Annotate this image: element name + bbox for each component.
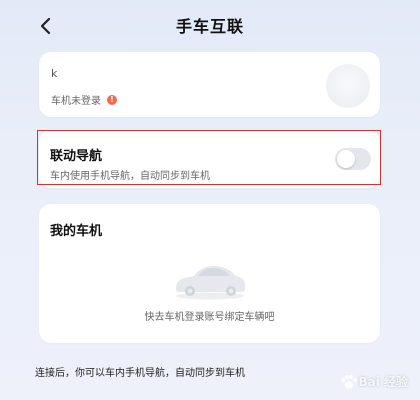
page-title: 手车互联 — [175, 17, 244, 36]
my-car-title: 我的车机 — [50, 224, 103, 239]
nav-sync-description: 车内使用手机导航，自动同步到车机 — [50, 171, 210, 182]
login-status-text: 车机未登录 — [51, 96, 101, 107]
footer-note: 连接后，你可以车内手机导航，自动同步到车机 — [35, 368, 245, 379]
car-icon — [176, 266, 245, 300]
my-car-card: 我的车机 快去车机登录账号绑定车辆吧 — [39, 204, 380, 343]
nav-sync-toggle[interactable] — [335, 148, 371, 170]
account-name: k — [51, 67, 58, 80]
avatar[interactable] — [326, 64, 370, 108]
watermark-text: Bai 经验 — [358, 375, 408, 389]
header: 手车互联 — [0, 0, 420, 52]
paw-icon — [341, 374, 358, 389]
nav-sync-card: 联动导航 车内使用手机导航，自动同步到车机 — [39, 130, 380, 188]
warning-icon: ! — [107, 94, 117, 105]
my-car-hint: 快去车机登录账号绑定车辆吧 — [144, 312, 275, 323]
login-status: 车机未登录 ! — [51, 92, 117, 107]
nav-sync-title: 联动导航 — [50, 149, 103, 164]
watermark-logo: Bai 经验 — [340, 373, 408, 390]
toggle-knob — [337, 150, 355, 168]
account-card[interactable]: k 车机未登录 ! — [39, 52, 380, 117]
